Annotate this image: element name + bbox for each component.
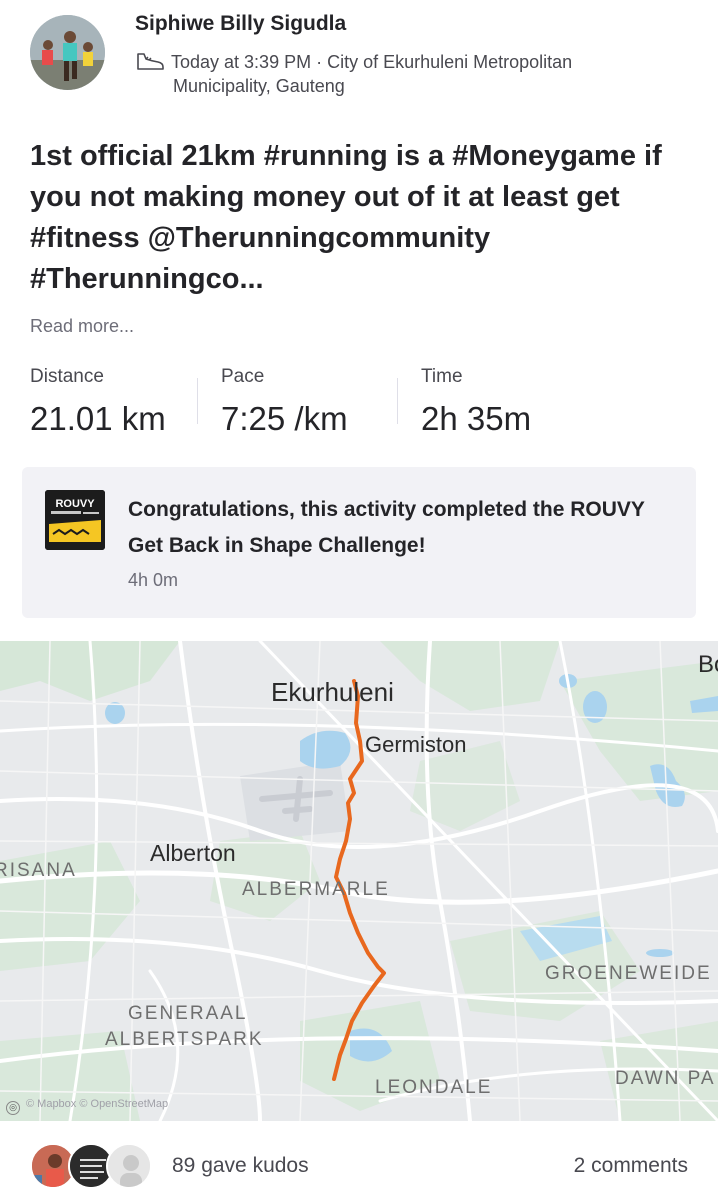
- shoe-icon: [135, 50, 165, 72]
- map-label-dawn-park: DAWN PA: [615, 1068, 716, 1089]
- activity-date-location: Today at 3:39 PM · City of Ekurhuleni Me…: [171, 52, 573, 72]
- read-more-link[interactable]: Read more...: [30, 316, 134, 337]
- stat-distance-value: 21.01 km: [30, 400, 166, 437]
- rouvy-badge-icon: ROUVY: [45, 490, 105, 550]
- social-footer: 89 gave kudos 2 comments: [0, 1121, 718, 1200]
- challenge-duration: 4h 0m: [128, 570, 179, 590]
- map-label-albermarle: ALBERMARLE: [242, 879, 390, 900]
- stat-distance-label: Distance: [30, 366, 104, 387]
- map-label-leondale: LEONDALE: [375, 1077, 493, 1098]
- kudos-count[interactable]: 89 gave kudos: [172, 1154, 309, 1178]
- badge-logo-text: ROUVY: [55, 498, 95, 510]
- activity-meta: Today at 3:39 PM · City of Ekurhuleni Me…: [135, 50, 695, 98]
- stat-pace: Pace 7:25 /km: [221, 366, 348, 438]
- stat-time-value: 2h 35m: [421, 400, 532, 437]
- kudos-avatar: [106, 1143, 152, 1189]
- stat-time-label: Time: [421, 366, 463, 387]
- map-label-ekurhuleni: Ekurhuleni: [271, 677, 394, 707]
- map-label-germiston: Germiston: [365, 732, 467, 757]
- athlete-avatar[interactable]: [30, 15, 105, 90]
- stat-pace-label: Pace: [221, 366, 265, 387]
- map-label-albertspark: ALBERTSPARK: [105, 1029, 264, 1050]
- comments-count[interactable]: 2 comments: [574, 1154, 688, 1178]
- kudos-avatars[interactable]: [30, 1143, 160, 1189]
- map-label-bo: Bo: [698, 651, 718, 678]
- athlete-name[interactable]: Siphiwe Billy Sigudla: [135, 12, 346, 36]
- map-label-alberton: Alberton: [150, 840, 236, 866]
- mapbox-logo-icon: ◎: [6, 1101, 20, 1115]
- activity-stats: Distance 21.01 km Pace 7:25 /km Time 2h …: [30, 366, 690, 446]
- activity-header: Siphiwe Billy Sigudla Today at 3:39 PM ·…: [0, 0, 718, 110]
- stat-divider: [197, 378, 198, 424]
- map-attribution[interactable]: ◎ © Mapbox © OpenStreetMap: [6, 1098, 168, 1115]
- stat-time: Time 2h 35m: [421, 366, 531, 438]
- stat-divider: [397, 378, 398, 424]
- stat-pace-value: 7:25 /km: [221, 400, 348, 437]
- challenge-card[interactable]: ROUVY Congratulations, this activity com…: [22, 467, 696, 618]
- map-label-risana: RISANA: [0, 860, 77, 881]
- map-label-groeneweide: GROENEWEIDE: [545, 963, 712, 984]
- activity-title[interactable]: 1st official 21km #running is a #Moneyga…: [30, 136, 700, 300]
- activity-location-region: Municipality, Gauteng: [173, 76, 345, 96]
- map-attribution-text: © Mapbox © OpenStreetMap: [26, 1098, 169, 1110]
- stat-distance: Distance 21.01 km: [30, 366, 166, 438]
- challenge-message: Congratulations, this activity completed…: [128, 498, 645, 557]
- map-label-generaal: GENERAAL: [128, 1003, 248, 1024]
- route-map[interactable]: Ekurhuleni Germiston Alberton ALBERMARLE…: [0, 641, 718, 1121]
